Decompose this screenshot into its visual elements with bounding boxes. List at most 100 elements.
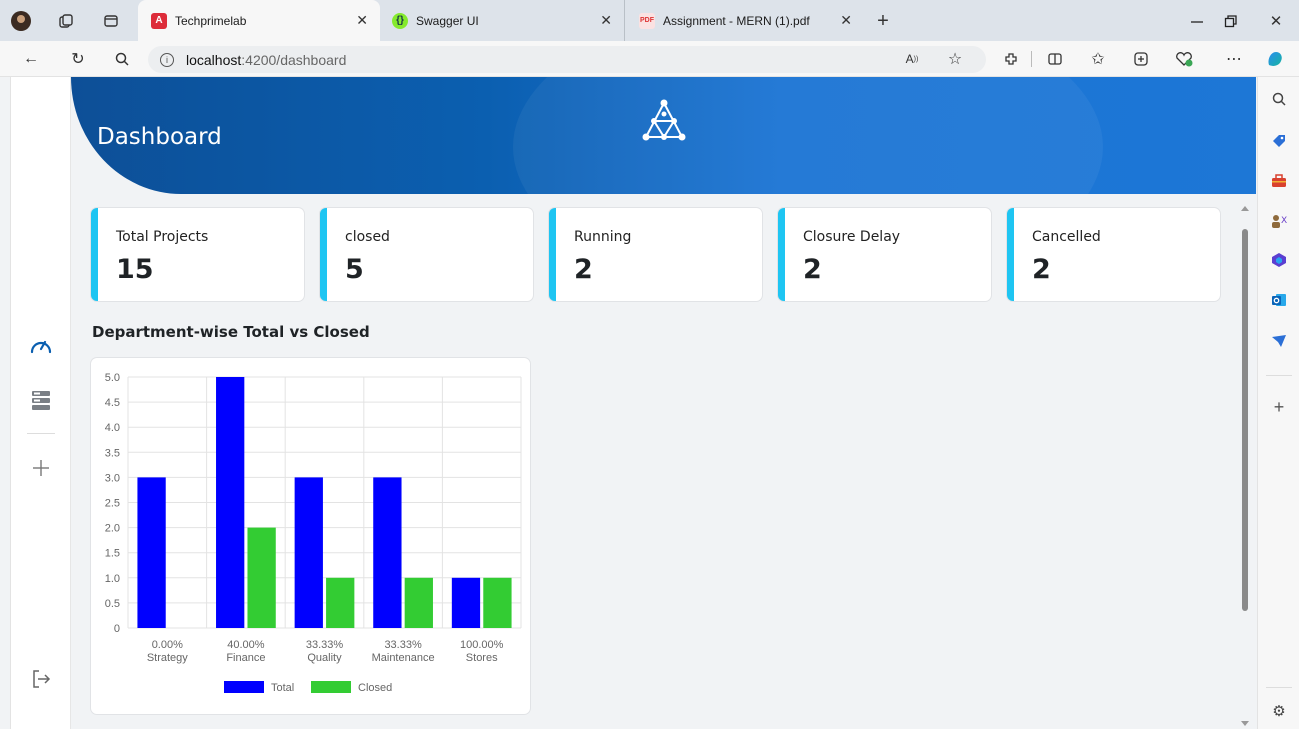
tab-assignment-pdf[interactable]: PDF Assignment - MERN (1).pdf ✕ [624,0,864,41]
stat-value: 2 [574,254,593,285]
favorites-icon[interactable]: ✩ [1087,48,1109,70]
x-category-label: Strategy [147,652,188,664]
back-icon[interactable]: ← [20,48,42,70]
close-tab-icon[interactable]: ✕ [600,12,612,29]
tools-briefcase-icon[interactable] [1269,171,1289,191]
dashboard-header: Dashboard [71,77,1256,194]
bar-closed [326,577,355,628]
stat-card-closed: closed 5 [320,208,533,301]
legend-swatch-total [224,681,264,693]
stat-label: closed [345,229,390,245]
y-tick-label: 4.0 [105,422,120,434]
angular-icon: A [151,12,167,29]
bar-total [451,577,481,628]
split-screen-icon[interactable] [1044,48,1066,70]
x-percent-label: 40.00% [227,639,265,651]
y-tick-label: 2.0 [105,523,120,535]
browser-tab-strip: A Techprimelab ✕ {} Swagger UI ✕ PDF Ass… [0,0,1299,41]
x-category-label: Maintenance [372,652,435,664]
y-tick-label: 0 [114,623,120,635]
bar-total [373,477,402,628]
games-icon[interactable]: X [1269,211,1289,231]
add-sidebar-app-icon[interactable]: + [1269,397,1289,417]
url-path: :4200/dashboard [241,51,347,68]
close-tab-icon[interactable]: ✕ [356,12,368,29]
stat-label: Total Projects [116,229,209,245]
collections-icon[interactable] [1130,48,1152,70]
site-info-icon[interactable]: i [160,52,174,67]
bar-total [216,377,245,628]
minimize-icon[interactable] [1186,10,1208,32]
microsoft365-icon[interactable] [1269,250,1289,270]
stat-label: Closure Delay [803,229,901,245]
svg-text:X: X [1281,216,1287,226]
close-window-icon[interactable]: ✕ [1265,10,1287,32]
y-tick-label: 5.0 [105,372,120,384]
bar-closed [247,527,276,628]
company-logo-icon [642,99,686,141]
close-tab-icon[interactable]: ✕ [840,12,852,29]
sidebar-search-icon[interactable] [1269,89,1289,109]
tab-swagger[interactable]: {} Swagger UI ✕ [380,0,624,41]
y-tick-label: 3.0 [105,472,120,484]
tab-title: Swagger UI [416,13,479,28]
app-viewport: Dashboard Total Projects 15 closed 5 Run… [10,77,1257,729]
read-aloud-icon[interactable]: A)) [901,48,923,70]
send-icon[interactable] [1269,331,1289,351]
tab-techprimelab[interactable]: A Techprimelab ✕ [138,0,380,41]
profile-avatar-icon[interactable] [10,10,32,32]
scrollbar-thumb[interactable] [1242,229,1248,611]
x-percent-label: 33.33% [384,639,422,651]
x-percent-label: 0.00% [152,639,183,651]
shopping-tag-icon[interactable] [1269,131,1289,151]
project-list-icon[interactable] [29,388,53,412]
tab-actions-icon[interactable] [100,10,122,32]
y-tick-label: 0.5 [105,598,120,610]
settings-gear-icon[interactable]: ⚙ [1269,701,1289,721]
stat-value: 5 [345,254,364,285]
stat-card-running: Running 2 [549,208,762,301]
address-bar[interactable]: i localhost:4200/dashboard [148,46,986,73]
scroll-up-arrow-icon[interactable] [1238,203,1252,213]
browser-toolbar: ← ↻ i localhost:4200/dashboard A)) ☆ ✩ ⋯ [0,41,1299,77]
edge-sidebar: X + ⚙ [1257,77,1299,729]
vertical-scrollbar[interactable] [1238,203,1252,729]
stat-card-closure-delay: Closure Delay 2 [778,208,991,301]
refresh-icon[interactable]: ↻ [67,48,89,70]
stat-value: 2 [1032,254,1051,285]
x-category-label: Stores [466,652,498,664]
stat-value: 15 [116,254,154,285]
logout-icon[interactable] [29,667,53,691]
y-tick-label: 1.0 [105,573,120,585]
y-tick-label: 1.5 [105,548,120,560]
create-project-plus-icon[interactable] [29,456,53,480]
y-tick-label: 4.5 [105,397,120,409]
extensions-icon[interactable] [1000,48,1022,70]
search-icon[interactable] [111,48,133,70]
rail-divider [27,433,55,434]
stat-card-cancelled: Cancelled 2 [1007,208,1220,301]
favorite-star-icon[interactable]: ☆ [944,48,966,70]
sidebar-divider [1266,375,1292,376]
toolbar-divider [1031,51,1032,67]
y-tick-label: 3.5 [105,447,120,459]
stat-value: 2 [803,254,822,285]
browser-essentials-icon[interactable] [1173,48,1195,70]
scroll-down-arrow-icon[interactable] [1238,719,1252,729]
x-category-label: Quality [307,652,342,664]
dashboard-speedometer-icon[interactable] [29,333,53,357]
stat-label: Running [574,229,632,245]
x-percent-label: 33.33% [306,639,344,651]
new-tab-icon[interactable]: + [872,10,894,32]
x-percent-label: 100.00% [460,639,504,651]
sidebar-divider [1266,687,1292,688]
tab-title: Techprimelab [175,13,247,28]
legend-swatch-closed [311,681,351,693]
y-tick-label: 2.5 [105,498,120,510]
stat-label: Cancelled [1032,229,1101,245]
outlook-icon[interactable] [1269,290,1289,310]
restore-icon[interactable] [1220,10,1242,32]
workspaces-icon[interactable] [55,10,77,32]
copilot-icon[interactable] [1264,48,1286,70]
more-menu-icon[interactable]: ⋯ [1223,48,1245,70]
